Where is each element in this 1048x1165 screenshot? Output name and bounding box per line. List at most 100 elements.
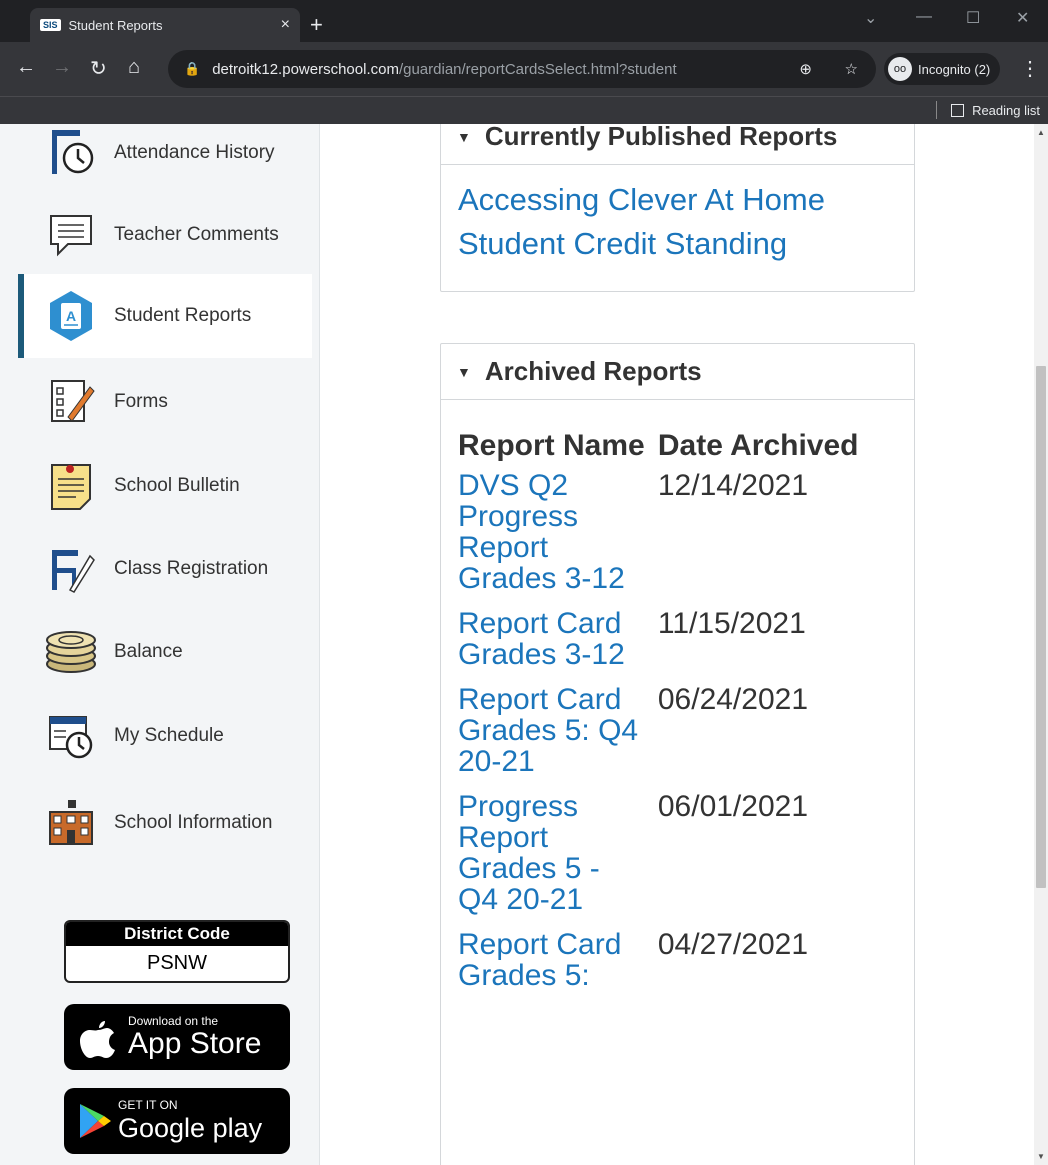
- school-icon: [44, 796, 98, 850]
- published-reports-header[interactable]: ▼ Currently Published Reports: [441, 124, 914, 165]
- google-play-icon: [80, 1104, 111, 1138]
- google-play-big-text: Google play: [118, 1113, 263, 1143]
- archived-date: 12/14/2021: [657, 469, 809, 502]
- url-path: /guardian/reportCardsSelect.html?student: [398, 60, 677, 78]
- url-host: detroitk12.powerschool.com: [212, 60, 399, 78]
- sidebar-item-school-information[interactable]: School Information: [18, 790, 312, 856]
- lock-icon: 🔒: [184, 61, 201, 76]
- bookmarks-bar: Reading list: [0, 96, 1048, 124]
- schedule-icon: [44, 709, 98, 763]
- sidebar-item-label: School Bulletin: [114, 475, 240, 496]
- divider: [936, 101, 938, 119]
- google-play-badge[interactable]: GET IT ON Google play: [64, 1088, 290, 1154]
- tab-title: Student Reports: [68, 17, 163, 33]
- page-viewport: Attendance History Teacher Comments A St…: [0, 124, 1048, 1165]
- archived-reports-panel: ▼ Archived Reports Report Name Date Arch…: [440, 343, 915, 1165]
- scrollbar-thumb[interactable]: [1036, 366, 1046, 888]
- sidebar-item-forms[interactable]: Forms: [18, 370, 312, 434]
- svg-text:A: A: [66, 308, 76, 324]
- archived-report-link[interactable]: Report Card Grades 5:: [458, 929, 644, 991]
- forward-icon[interactable]: →: [52, 56, 72, 79]
- reading-list-icon: [951, 103, 965, 117]
- district-code-box: District Code PSNW: [64, 920, 290, 983]
- sidebar-item-my-schedule[interactable]: My Schedule: [18, 704, 312, 768]
- attendance-icon: [44, 126, 98, 180]
- tab-bar: SIS Student Reports × + ⌄ — ☐ ✕: [0, 0, 1048, 42]
- sidebar-item-student-reports[interactable]: A Student Reports: [18, 274, 312, 358]
- sidebar-item-label: Class Registration: [114, 558, 269, 579]
- incognito-indicator[interactable]: oo Incognito (2): [884, 53, 1001, 85]
- reload-icon[interactable]: ↻: [90, 56, 107, 81]
- app-store-small-text: Download on the: [128, 1014, 219, 1028]
- tab-close-icon[interactable]: ×: [281, 16, 290, 34]
- sidebar-item-teacher-comments[interactable]: Teacher Comments: [18, 202, 312, 268]
- sidebar-item-label: Attendance History: [114, 142, 275, 163]
- main-content: ▼ Currently Published Reports Accessing …: [320, 124, 1034, 1165]
- back-icon[interactable]: ←: [16, 56, 36, 79]
- scroll-down-icon[interactable]: ▼: [1037, 1152, 1045, 1161]
- sidebar-item-label: Balance: [114, 641, 183, 662]
- caret-down-icon: ▼: [457, 363, 471, 380]
- report-link-accessing-clever[interactable]: Accessing Clever At Home: [458, 183, 897, 217]
- scroll-up-icon[interactable]: ▲: [1037, 128, 1045, 137]
- sidebar-item-label: My Schedule: [114, 725, 224, 746]
- table-row: Report Card Grades 5: Q4 20-21 06/24/202…: [458, 684, 897, 791]
- maximize-icon[interactable]: ☐: [966, 8, 980, 28]
- incognito-icon: oo: [888, 57, 912, 81]
- archived-report-link[interactable]: Report Card Grades 3-12: [458, 608, 644, 670]
- tab-search-icon[interactable]: ⌄: [864, 8, 877, 28]
- table-row: DVS Q2 Progress Report Grades 3-12 12/14…: [458, 470, 897, 608]
- incognito-label: Incognito (2): [918, 61, 991, 77]
- sidebar-item-label: School Information: [114, 812, 273, 833]
- browser-menu-icon[interactable]: ⋮: [1020, 56, 1040, 81]
- sidebar-item-class-registration[interactable]: Class Registration: [18, 534, 312, 604]
- apple-logo-icon: [80, 1021, 115, 1058]
- app-store-badge[interactable]: Download on the App Store: [64, 1004, 290, 1070]
- comments-icon: [44, 208, 98, 262]
- reports-icon: A: [44, 289, 98, 343]
- district-code-label: District Code: [66, 922, 288, 946]
- archived-date: 11/15/2021: [657, 607, 806, 640]
- caret-down-icon: ▼: [457, 128, 471, 145]
- sidebar-item-label: Student Reports: [114, 305, 252, 326]
- table-row: Report Card Grades 5: 04/27/2021: [458, 929, 897, 991]
- home-icon[interactable]: ⌂: [128, 56, 140, 79]
- table-row: Report Card Grades 3-12 11/15/2021: [458, 608, 897, 684]
- sidebar-item-school-bulletin[interactable]: School Bulletin: [18, 454, 312, 518]
- bulletin-icon: [44, 459, 98, 513]
- published-reports-title: Currently Published Reports: [484, 124, 838, 151]
- reading-list-button[interactable]: Reading list: [936, 101, 1040, 119]
- sidebar-item-label: Forms: [114, 391, 168, 412]
- address-bar[interactable]: 🔒 detroitk12.powerschool.com/guardian/re…: [168, 50, 876, 88]
- balance-icon: [44, 625, 98, 679]
- sidebar-item-balance[interactable]: Balance: [18, 620, 312, 684]
- browser-chrome: SIS Student Reports × + ⌄ — ☐ ✕ ← → ↻ ⌂ …: [0, 0, 1048, 124]
- column-header-date-archived: Date Archived: [657, 429, 859, 462]
- archived-reports-header[interactable]: ▼ Archived Reports: [441, 344, 914, 400]
- app-store-big-text: App Store: [128, 1027, 262, 1060]
- sidebar: Attendance History Teacher Comments A St…: [0, 124, 320, 1165]
- archived-date: 06/24/2021: [657, 683, 809, 716]
- bookmark-star-icon[interactable]: ☆: [845, 60, 858, 78]
- archived-report-link[interactable]: DVS Q2 Progress Report Grades 3-12: [458, 470, 638, 594]
- archived-reports-title: Archived Reports: [484, 356, 702, 386]
- archived-date: 04/27/2021: [657, 928, 809, 961]
- browser-tab[interactable]: SIS Student Reports ×: [30, 8, 300, 42]
- sidebar-item-attendance-history[interactable]: Attendance History: [18, 124, 312, 184]
- window-close-icon[interactable]: ✕: [1016, 8, 1029, 28]
- table-row: Progress Report Grades 5 - Q4 20-21 06/0…: [458, 791, 897, 929]
- minimize-icon[interactable]: —: [916, 8, 932, 26]
- district-code-value: PSNW: [147, 952, 207, 974]
- tab-favicon: SIS: [40, 19, 61, 31]
- published-reports-panel: ▼ Currently Published Reports Accessing …: [440, 124, 915, 292]
- archived-date: 06/01/2021: [657, 790, 809, 823]
- google-play-small-text: GET IT ON: [118, 1098, 178, 1112]
- registration-icon: [44, 542, 98, 596]
- report-link-credit-standing[interactable]: Student Credit Standing: [458, 227, 897, 261]
- page-scrollbar[interactable]: ▲ ▼: [1034, 124, 1048, 1165]
- reading-list-label: Reading list: [972, 102, 1040, 118]
- new-tab-button[interactable]: +: [310, 12, 323, 38]
- archived-report-link[interactable]: Progress Report Grades 5 - Q4 20-21: [458, 791, 638, 915]
- archived-report-link[interactable]: Report Card Grades 5: Q4 20-21: [458, 684, 644, 777]
- zoom-icon[interactable]: ⊕: [799, 60, 812, 78]
